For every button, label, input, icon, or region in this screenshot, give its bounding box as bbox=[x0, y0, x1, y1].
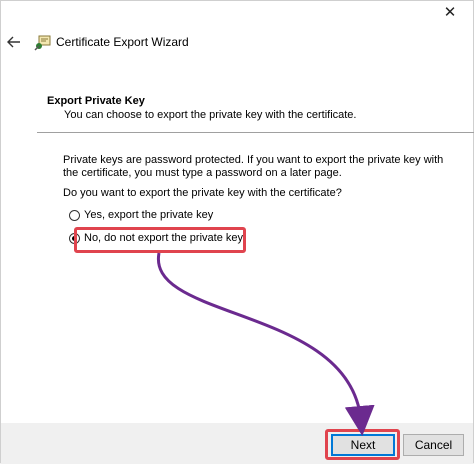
close-icon: ✕ bbox=[443, 4, 457, 21]
header-divider bbox=[37, 132, 474, 133]
back-arrow-icon[interactable] bbox=[7, 35, 21, 49]
wizard-header: Certificate Export Wizard bbox=[1, 27, 473, 57]
annotation-arrow-path bbox=[157, 252, 375, 436]
section-heading: Export Private Key bbox=[47, 95, 145, 107]
certificate-export-wizard-window: ✕ Certificate Export Wizard Export Priva… bbox=[0, 0, 474, 464]
info-paragraph: Private keys are password protected. If … bbox=[63, 154, 444, 179]
close-button[interactable]: ✕ bbox=[427, 1, 473, 23]
highlight-box-next-button bbox=[325, 429, 400, 460]
export-question: Do you want to export the private key wi… bbox=[63, 187, 342, 199]
section-subheading: You can choose to export the private key… bbox=[64, 109, 357, 121]
radio-yes-button[interactable] bbox=[69, 209, 80, 221]
wizard-title: Certificate Export Wizard bbox=[56, 35, 189, 49]
radio-option-yes[interactable]: Yes, export the private key bbox=[69, 209, 213, 221]
radio-yes-label: Yes, export the private key bbox=[84, 209, 214, 221]
cancel-button[interactable]: Cancel bbox=[403, 434, 464, 456]
certificate-wizard-icon bbox=[34, 35, 51, 51]
highlight-box-no-option bbox=[74, 227, 246, 253]
